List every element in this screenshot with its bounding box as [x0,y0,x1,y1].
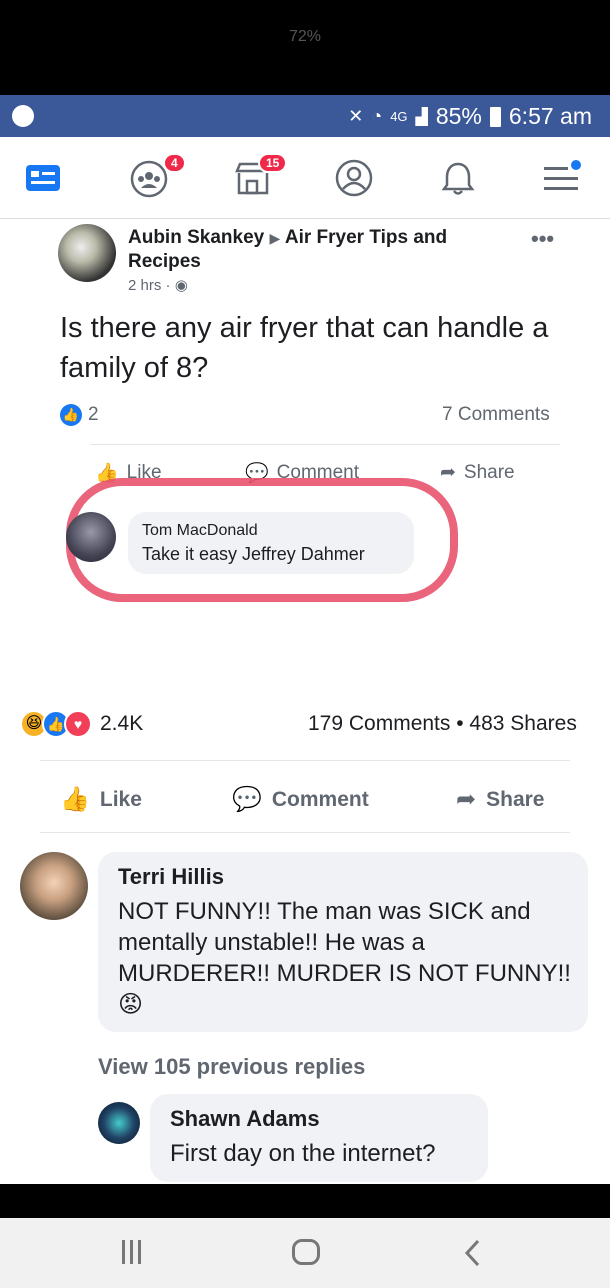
outer-status-bar: 72% [0,0,610,95]
profile-icon[interactable] [333,157,375,199]
post-reaction-count: 2 [88,404,99,425]
share-label: Share [486,787,545,811]
shawn-comment-bubble: Shawn Adams First day on the internet? [150,1094,488,1182]
post-comment-count[interactable]: 7 Comments [442,404,550,426]
facebook-nav-bar: 4 15 [0,137,610,219]
post-header: Aubin Skankey ▶ Air Fryer Tips and Recip… [128,226,508,274]
divider [40,832,570,833]
view-previous-replies[interactable]: View 105 previous replies [98,1054,365,1080]
system-nav-bar [0,1218,610,1288]
reaction-summary[interactable]: 😆 👍 ♥ 2.4K [20,710,143,738]
divider [90,444,560,445]
author-avatar[interactable] [58,224,116,282]
post-timestamp: 2 hrs · ◉ [128,277,188,294]
back-icon[interactable] [462,1238,484,1268]
love-reaction-icon: ♥ [64,710,92,738]
signal-icon: ▟ [415,108,428,126]
post-time-label: 2 hrs [128,277,162,294]
battery-icon [489,106,501,127]
shawn-name[interactable]: Shawn Adams [170,1106,320,1132]
post-author-name[interactable]: Aubin Skankey [128,227,264,248]
menu-icon[interactable] [540,157,582,199]
post-text: Is there any air fryer that can handle a… [60,312,549,384]
battery-label: 85% [435,103,482,129]
notifications-bell-icon[interactable] [437,157,479,199]
marketplace-badge: 15 [258,153,288,173]
terri-comment-body: NOT FUNNY!! The man was SICK and mentall… [118,898,571,987]
terri-comment-bubble: Terri Hillis NOT FUNNY!! The man was SIC… [98,852,588,1032]
angry-emoji-icon: 😡 [118,991,144,1018]
network-label: 4G [390,109,408,124]
thumbs-up-icon: 👍 [60,786,90,813]
terri-name[interactable]: Terri Hillis [118,864,224,890]
divider [40,760,570,761]
post-share-label: Share [463,461,515,483]
more-options-icon[interactable]: ••• [531,226,554,252]
reaction-count: 2.4K [100,712,144,735]
recent-apps-icon[interactable] [122,1240,141,1264]
notification-icon [12,105,34,127]
like-button[interactable]: 👍 Like [60,785,142,814]
comment-button[interactable]: 💬 Comment [232,785,369,814]
tom-avatar[interactable] [66,512,116,562]
shared-post-screenshot [0,219,610,689]
terri-comment-text: NOT FUNNY!! The man was SICK and mentall… [118,896,578,1020]
news-feed-icon[interactable] [22,157,64,199]
black-strip [0,1184,610,1218]
home-icon[interactable] [292,1239,320,1265]
post-reactions[interactable]: 👍 2 [60,404,99,426]
shawn-avatar[interactable] [98,1102,140,1144]
like-label: Like [99,787,142,811]
alarm-icon: ◔ [371,106,383,126]
share-button[interactable]: ➦ Share [456,785,544,814]
arrow-right-icon: ▶ [269,230,281,246]
status-bar: ✕ ◔ 4G ▟ 85% 6:57 am [0,95,610,137]
share-icon: ➦ [456,786,477,813]
share-icon: ➦ [440,462,456,483]
shawn-comment-text: First day on the internet? [170,1140,436,1167]
tom-comment-bubble: Tom MacDonald Take it easy Jeffrey Dahme… [128,512,414,574]
comments-shares-count[interactable]: 179 Comments • 483 Shares [308,712,577,736]
tom-comment-text: Take it easy Jeffrey Dahmer [142,544,365,564]
tom-name[interactable]: Tom MacDonald [142,522,258,540]
outer-battery-label: 72% [288,28,322,45]
like-reaction-icon: 👍 [60,404,82,426]
groups-badge: 4 [163,153,186,173]
clock: 6:57 am [508,103,592,129]
globe-icon: ◉ [174,277,188,294]
comment-label: Comment [271,787,369,811]
post-share-button[interactable]: ➦ Share [440,461,515,484]
comment-icon: 💬 [232,786,262,813]
mute-icon: ✕ [348,106,364,126]
terri-avatar[interactable] [20,852,88,920]
